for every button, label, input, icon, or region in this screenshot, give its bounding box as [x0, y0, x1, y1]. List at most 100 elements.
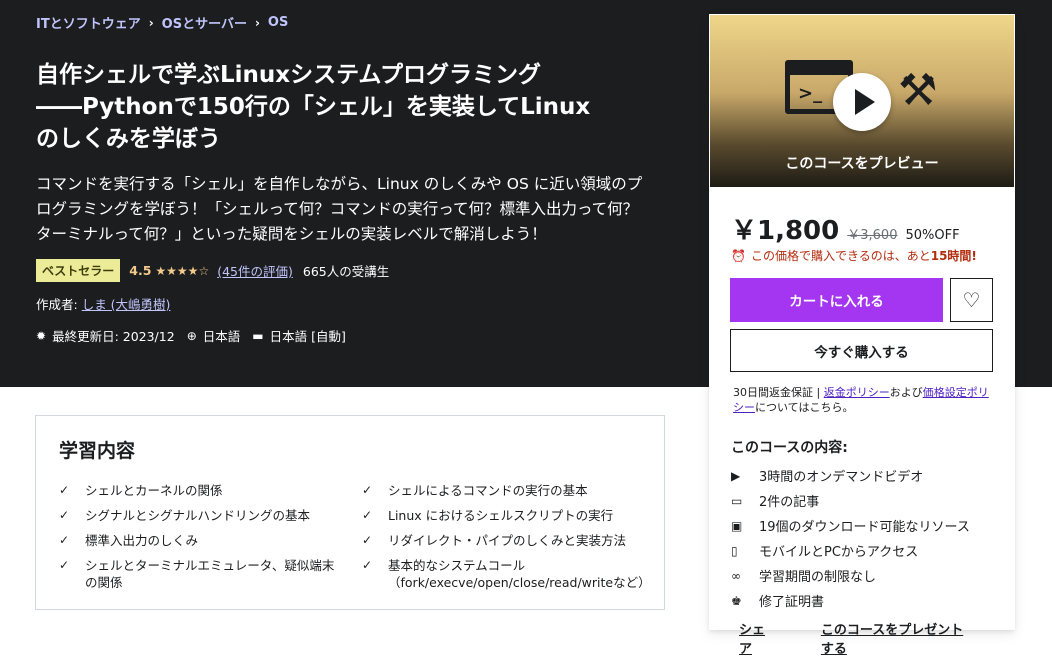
star-rating-icon: ★★★★☆ [155, 263, 210, 278]
check-icon: ✓ [362, 483, 373, 497]
chevron-right-icon: › [148, 15, 154, 30]
check-icon: ✓ [362, 533, 373, 547]
includes-item-text: モバイルとPCからアクセス [759, 545, 919, 560]
learn-list-left: ✓ シェルとカーネルの関係 ✓ シグナルとシグナルハンドリングの基本 ✓ 標準入出力の… [59, 482, 344, 599]
bestseller-badge: ベストセラー [36, 259, 121, 282]
check-icon: ✓ [59, 508, 70, 522]
language-text: 日本語 [202, 329, 241, 344]
check-icon: ✓ [362, 508, 373, 522]
preview-label[interactable]: このコースをプレビュー [710, 153, 1014, 173]
includes-item-text: 学習期間の制限なし [759, 570, 877, 585]
learn-item: ✓ 標準入出力のしくみ [59, 532, 344, 549]
learn-item: ✓ シェルとカーネルの関係 [59, 482, 344, 499]
wishlist-button[interactable]: ♡ [950, 278, 993, 322]
course-subtitle: コマンドを実行する「シェル」を自作しながら、Linux のしくみや OS に近い… [36, 172, 676, 247]
guarantee-prefix: 30日間返金保証 | [733, 386, 824, 399]
includes-item-text: 3時間のオンデマンドビデオ [759, 470, 924, 485]
captions-text: 日本語 [自動] [269, 329, 346, 344]
learn-item: ✓ シェルによるコマンドの実行の基本 [362, 482, 652, 499]
course-title-line: 自作シェルで学ぶLinuxシステムプログラミング [36, 62, 542, 88]
last-updated-text: 最終更新日: 2023/12 [52, 329, 175, 344]
price-row: ￥1,800 ￥3,600 50%OFF [731, 210, 960, 247]
file-icon: ▭ [731, 493, 743, 508]
author-link[interactable]: しま (大嶋勇樹) [82, 297, 171, 312]
last-updated: ✹ 最終更新日: 2023/12 [36, 326, 175, 345]
closed-captions-icon: ▬ [252, 328, 264, 343]
includes-item: ▯ モバイルとPCからアクセス [731, 538, 970, 563]
course-preview[interactable]: >_ ⚒ このコースをプレビュー [710, 15, 1014, 187]
includes-item-text: 修了証明書 [759, 595, 825, 610]
check-icon: ✓ [59, 533, 70, 547]
guarantee-and: および [889, 386, 923, 399]
globe-icon: ⊕ [186, 328, 197, 343]
heart-icon: ♡ [962, 289, 981, 312]
terminal-title-bar [790, 65, 848, 75]
learn-item: ✓ シグナルとシグナルハンドリングの基本 [59, 507, 344, 524]
add-to-cart-button[interactable]: カートに入れる [730, 278, 943, 322]
refund-policy-link[interactable]: 返金ポリシー [824, 386, 890, 399]
learn-item-text: リダイレクト・パイプのしくみと実装方法 [388, 533, 627, 548]
course-title-line: ――Pythonで150行の「シェル」を実装してLinux [36, 94, 591, 120]
learn-item-text: シェルによるコマンドの実行の基本 [388, 483, 588, 498]
gift-course-button[interactable]: このコースをプレゼントする [821, 619, 967, 657]
includes-item: ▣ 19個のダウンロード可能なリソース [731, 513, 970, 538]
terminal-prompt-icon: >_ [798, 83, 823, 104]
trophy-icon: ♚ [731, 593, 742, 608]
author-row: 作成者: しま (大嶋勇樹) [36, 294, 170, 313]
learn-item-text: 基本的なシステムコール（fork/execve/open/close/read/… [388, 558, 651, 590]
course-subtitle-line: コマンドを実行する「シェル」を自作しながら、Linux のしくみや OS に近い… [36, 175, 643, 193]
original-price: ￥3,600 [847, 228, 898, 243]
captions: ▬ 日本語 [自動] [252, 326, 346, 345]
discount-percent: 50%OFF [905, 228, 960, 243]
course-title: 自作シェルで学ぶLinuxシステムプログラミング ――Pythonで150行の「… [36, 59, 676, 155]
language: ⊕ 日本語 [187, 326, 241, 345]
share-button[interactable]: シェア [739, 619, 773, 657]
learn-item-text: 標準入出力のしくみ [85, 533, 199, 548]
learn-item-text: シェルとカーネルの関係 [85, 483, 223, 498]
rating-row: ベストセラー 4.5 ★★★★☆ (45件の評価) 665人の受講生 [36, 259, 389, 282]
chevron-right-icon: › [254, 15, 260, 30]
learn-item: ✓ 基本的なシステムコール（fork/execve/open/close/read… [362, 557, 652, 591]
purchase-sidebar: >_ ⚒ このコースをプレビュー ￥1,800 ￥3,600 50%OFF ⏰ … [709, 14, 1015, 657]
learn-title: 学習内容 [59, 440, 136, 462]
includes-item: ▶ 3時間のオンデマンドビデオ [731, 463, 970, 488]
learn-item: ✓ リダイレクト・パイプのしくみと実装方法 [362, 532, 652, 549]
learn-item-text: シェルとターミナルエミュレータ、疑似端末の関係 [85, 558, 335, 590]
money-back-guarantee: 30日間返金保証 | 返金ポリシーおよび価格設定ポリシーについてはこちら。 [733, 385, 995, 415]
check-icon: ✓ [59, 558, 70, 572]
what-you-will-learn: 学習内容 ✓ シェルとカーネルの関係 ✓ シグナルとシグナルハンドリングの基本 ✓ 標… [35, 415, 665, 610]
includes-item: ▭ 2件の記事 [731, 488, 970, 513]
guarantee-suffix: についてはこちら。 [755, 401, 854, 414]
includes-list: ▶ 3時間のオンデマンドビデオ ▭ 2件の記事 ▣ 19個のダウンロード可能なリソース… [731, 463, 970, 613]
course-subtitle-line: ターミナルって何？」といった疑問をシェルの実装レベルで解消しよう！ [36, 225, 547, 243]
rating-count-link[interactable]: (45件の評価) [217, 261, 293, 280]
hammer-icon: ⚒ [898, 65, 938, 116]
buy-now-button[interactable]: 今すぐ購入する [730, 329, 993, 372]
includes-item-text: 19個のダウンロード可能なリソース [759, 520, 970, 535]
sale-timer: ⏰ この価格で購入できるのは、あと 15時間! [731, 247, 977, 264]
breadcrumb: ITとソフトウェア › OSとサーバー › OS [36, 13, 288, 32]
timer-text: この価格で購入できるのは、あと [750, 249, 931, 263]
author-label: 作成者: [36, 297, 78, 312]
infinity-icon: ∞ [731, 568, 741, 583]
share-row: シェア このコースをプレゼントする [739, 619, 1015, 657]
includes-item: ∞ 学習期間の制限なし [731, 563, 970, 588]
alarm-clock-icon: ⏰ [731, 248, 746, 263]
learn-item: ✓ Linux におけるシェルスクリプトの実行 [362, 507, 652, 524]
course-subtitle-line: ログラミングを学ぼう！「シェルって何？コマンドの実行って何？標準入出力って何？ [36, 200, 639, 218]
includes-item-text: 2件の記事 [759, 495, 820, 510]
learn-item-text: シグナルとシグナルハンドリングの基本 [85, 508, 311, 523]
rating-value: 4.5 [129, 263, 152, 278]
mobile-icon: ▯ [731, 543, 738, 558]
meta-row: ✹ 最終更新日: 2023/12 ⊕ 日本語 ▬ 日本語 [自動] [36, 326, 358, 345]
includes-title: このコースの内容: [731, 440, 848, 456]
breadcrumb-os[interactable]: OS [268, 15, 288, 30]
timer-hours: 15時間! [930, 249, 977, 263]
check-icon: ✓ [362, 558, 373, 572]
current-price: ￥1,800 [731, 216, 840, 246]
breadcrumb-os-server[interactable]: OSとサーバー [162, 13, 247, 32]
play-icon[interactable] [833, 73, 891, 131]
learn-item: ✓ シェルとターミナルエミュレータ、疑似端末の関係 [59, 557, 344, 591]
breadcrumb-it-software[interactable]: ITとソフトウェア [36, 13, 141, 32]
learn-item-text: Linux におけるシェルスクリプトの実行 [388, 508, 614, 523]
